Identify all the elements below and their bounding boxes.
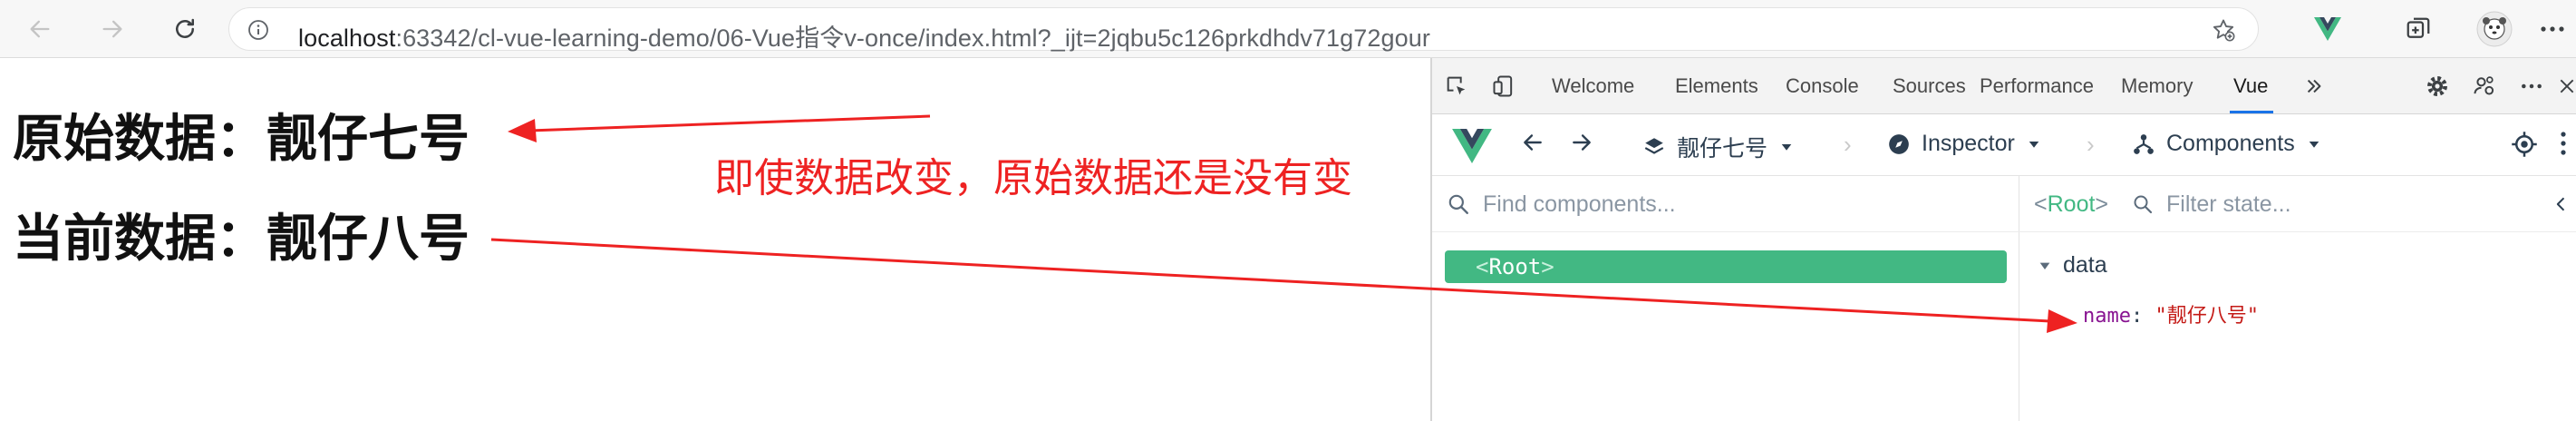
data-section-label: data [2063, 252, 2107, 278]
arrow-left-icon [1524, 134, 1542, 151]
tab-console[interactable]: Console [1786, 74, 1859, 98]
device-toolbar-button[interactable] [1488, 71, 1519, 102]
search-icon [2134, 195, 2153, 214]
property-key: name [2083, 305, 2131, 328]
people-settings-icon [2474, 76, 2494, 95]
state-header: <Root> Filter state... [2019, 176, 2576, 232]
inspector-selector[interactable]: Inspector [1887, 131, 2042, 157]
more-vertical-icon [2561, 132, 2566, 155]
arrow-right-icon [1573, 134, 1591, 151]
arrow-to-original-line [528, 114, 931, 132]
tab-memory[interactable]: Memory [2121, 74, 2193, 98]
select-component-button[interactable] [2511, 131, 2538, 158]
arrow-to-original-head [508, 119, 537, 142]
arrow-left-icon [30, 20, 50, 38]
close-icon [2560, 79, 2574, 93]
url-path: :63342/cl-vue-learning-demo/06-Vue指令v-on… [395, 24, 1430, 52]
profile-avatar[interactable] [2476, 11, 2513, 47]
tab-sources[interactable]: Sources [1893, 74, 1966, 98]
bookmark-star-icon[interactable] [2211, 17, 2236, 43]
back-button[interactable] [22, 11, 58, 47]
device-icon [1493, 75, 1513, 97]
inspect-element-button[interactable] [1441, 71, 1472, 102]
inspector-label: Inspector [1922, 131, 2015, 156]
collections-icon [2407, 17, 2430, 38]
tree-node-root[interactable]: <Root> [1445, 250, 2007, 283]
filter-state-input[interactable]: Filter state... [2166, 191, 2291, 218]
arrow-right-icon [102, 20, 122, 38]
tab-performance[interactable]: Performance [1980, 74, 2094, 98]
devtools-close-button[interactable] [2556, 71, 2576, 102]
url-text[interactable]: localhost:63342/cl-vue-learning-demo/06-… [298, 18, 1430, 54]
property-value: "靓仔八号" [2155, 305, 2259, 328]
tab-welcome[interactable]: Welcome [1552, 74, 1634, 98]
history-forward-button[interactable] [1570, 131, 1593, 154]
caret-down-icon [2309, 141, 2319, 148]
root-node-name: Root [1488, 254, 1542, 279]
tree-node-label: <Root> [1476, 254, 1554, 279]
selected-component-label: Root [2047, 191, 2096, 217]
devtools-more-button[interactable] [2516, 71, 2547, 102]
state-property-name[interactable]: name: "靓仔八号" [2083, 299, 2259, 328]
compass-icon [1889, 133, 1909, 154]
vue-extension-button[interactable] [2310, 11, 2346, 47]
collections-button[interactable] [2400, 11, 2436, 47]
tree-icon [2134, 133, 2154, 154]
components-label: Components [2166, 131, 2295, 156]
browser-toolbar: localhost:63342/cl-vue-learning-demo/06-… [0, 0, 2576, 58]
components-selector[interactable]: Components [2132, 131, 2322, 157]
app-name: 靓仔七号 [1677, 136, 1768, 162]
more-options-button[interactable] [2560, 131, 2567, 156]
target-icon [2512, 132, 2537, 157]
chevron-left-icon[interactable] [2552, 194, 2571, 214]
caret-down-icon [2029, 141, 2039, 148]
inspect-cursor-icon [1447, 76, 1466, 95]
more-tabs-button[interactable] [2299, 71, 2329, 102]
layers-icon [1644, 138, 1664, 154]
find-components-placeholder: Find components... [1483, 191, 1676, 217]
more-horizontal-icon [2522, 83, 2542, 89]
vue-logo-icon [2314, 17, 2341, 41]
settings-more-button[interactable] [2534, 11, 2571, 47]
caret-down-icon [2039, 262, 2050, 269]
reload-button[interactable] [167, 11, 203, 47]
avatar-icon [2476, 11, 2513, 47]
vue-logo-icon [1452, 129, 1492, 163]
more-horizontal-icon [2541, 26, 2564, 32]
find-components-field[interactable]: Find components... [1432, 176, 2019, 232]
screen: localhost:63342/cl-vue-learning-demo/06-… [0, 0, 2576, 421]
info-icon[interactable] [247, 19, 269, 41]
vue-devtools-header: 靓仔七号 › Inspector › Components [1432, 114, 2576, 176]
app-selector[interactable]: 靓仔七号 [1642, 131, 1795, 163]
connect-button[interactable] [2469, 71, 2500, 102]
history-back-button[interactable] [1521, 131, 1545, 154]
component-tree-pane: Find components... <Root> [1432, 176, 2019, 421]
component-state-pane: <Root> Filter state... data name: "靓仔八号" [2019, 176, 2576, 421]
data-section-toggle[interactable]: data [2038, 252, 2107, 279]
devtools-settings-button[interactable] [2422, 71, 2453, 102]
original-data-heading: 原始数据：靓仔七号 [13, 110, 470, 169]
caret-down-icon [1781, 144, 1792, 151]
selected-component-name: <Root> [2034, 191, 2109, 217]
reload-icon [176, 18, 194, 38]
search-icon [1448, 194, 1468, 214]
annotation-text: 即使数据改变，原始数据还是没有变 [714, 155, 1352, 201]
chevron-double-right-icon [2307, 79, 2321, 93]
address-bar[interactable]: localhost:63342/cl-vue-learning-demo/06-… [228, 7, 2259, 54]
devtools-panel: Welcome Elements Console Sources Perform… [1430, 58, 2576, 421]
breadcrumb-separator: › [2087, 131, 2095, 158]
tab-elements[interactable]: Elements [1675, 74, 1758, 98]
active-tab-indicator [2230, 111, 2273, 113]
tab-vue[interactable]: Vue [2233, 74, 2268, 98]
url-host: localhost [298, 24, 396, 52]
devtools-tab-bar: Welcome Elements Console Sources Perform… [1432, 58, 2576, 114]
forward-button[interactable] [94, 11, 131, 47]
breadcrumb-separator: › [1844, 131, 1852, 158]
gear-icon [2427, 76, 2447, 96]
current-data-heading: 当前数据：靓仔八号 [13, 210, 470, 269]
